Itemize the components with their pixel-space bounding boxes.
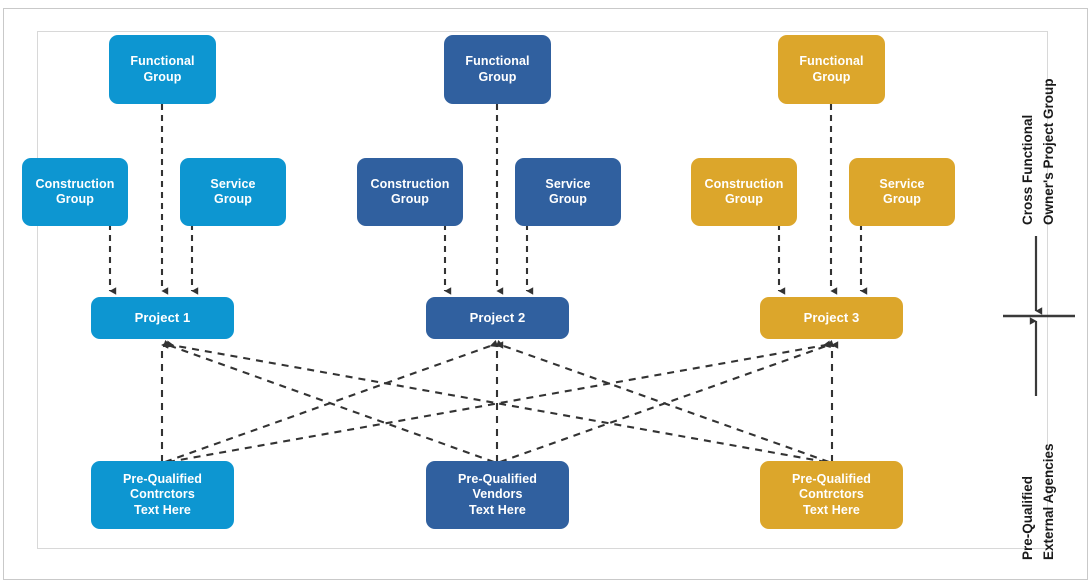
service-group-line2-2: Group	[549, 192, 587, 206]
service-group-line1-1: Service	[210, 176, 256, 191]
functional-group-line2-1: Group	[143, 69, 182, 84]
project-box-1[interactable]: Project 1	[91, 297, 234, 339]
service-group-box-3[interactable]: Service Group	[849, 158, 955, 226]
functional-group-line1-2: Functional	[465, 54, 530, 69]
service-group-box-2[interactable]: Service Group	[515, 158, 621, 226]
project-label-3: Project 3	[803, 310, 860, 326]
functional-group-line2-3: Group	[812, 69, 851, 84]
prequalified-line2-2: Vendors	[472, 487, 523, 502]
construction-group-line1-3: Construction	[704, 176, 784, 191]
service-group-label-1: Service Group	[206, 177, 259, 208]
functional-group-box-1[interactable]: Functional Group	[109, 35, 216, 104]
construction-group-label-3: Construction Group	[701, 177, 788, 208]
functional-group-label-3: Functional Group	[795, 54, 867, 85]
prequalified-line3-2: Text Here	[469, 502, 526, 517]
construction-group-box-3[interactable]: Construction Group	[691, 158, 797, 226]
project-label-2: Project 2	[469, 310, 526, 326]
side-label-external-agencies: External Agencies	[1041, 443, 1056, 560]
construction-group-line2-2: Group	[390, 192, 429, 206]
edge-pq3-to-project-1	[166, 340, 827, 464]
prequalified-line1-3: Pre-Qualified	[791, 472, 872, 487]
project-label-1: Project 1	[134, 310, 191, 326]
prequalified-line3-3: Text Here	[803, 502, 860, 517]
functional-group-label-2: Functional Group	[461, 54, 533, 85]
construction-group-line2-1: Group	[55, 192, 94, 206]
prequalified-label-3: Pre-Qualified Contrctors Text Here	[788, 472, 875, 518]
service-group-line1-2: Service	[545, 176, 591, 191]
service-group-line2-1: Group	[214, 192, 252, 206]
functional-group-label-1: Functional Group	[126, 54, 198, 85]
construction-group-label-2: Construction Group	[367, 177, 454, 208]
service-group-label-3: Service Group	[875, 177, 928, 208]
functional-group-box-3[interactable]: Functional Group	[778, 35, 885, 104]
prequalified-label-2: Pre-Qualified Vendors Text Here	[454, 472, 541, 518]
side-label-cross-functional: Cross Functional	[1020, 114, 1035, 225]
prequalified-line1-1: Pre-Qualified	[122, 472, 203, 487]
prequalified-label-1: Pre-Qualified Contrctors Text Here	[119, 472, 206, 518]
construction-group-box-1[interactable]: Construction Group	[22, 158, 128, 226]
service-group-line2-3: Group	[883, 192, 921, 206]
construction-group-line2-3: Group	[724, 192, 763, 206]
prequalified-box-1[interactable]: Pre-Qualified Contrctors Text Here	[91, 461, 234, 529]
prequalified-line1-2: Pre-Qualified	[457, 472, 538, 487]
construction-group-line1-2: Construction	[370, 176, 450, 191]
functional-group-line1-1: Functional	[130, 54, 195, 69]
project-box-2[interactable]: Project 2	[426, 297, 569, 339]
service-group-box-1[interactable]: Service Group	[180, 158, 286, 226]
functional-group-box-2[interactable]: Functional Group	[444, 35, 551, 104]
construction-group-line1-1: Construction	[35, 176, 115, 191]
functional-group-line1-3: Functional	[799, 54, 864, 69]
side-label-owners-project-group: Owner's Project Group	[1041, 78, 1056, 226]
service-group-label-2: Service Group	[541, 177, 594, 208]
prequalified-line2-1: Contrctors	[130, 487, 195, 502]
prequalified-line2-3: Contrctors	[799, 487, 864, 502]
construction-group-label-1: Construction Group	[32, 177, 119, 208]
prequalified-box-3[interactable]: Pre-Qualified Contrctors Text Here	[760, 461, 903, 529]
side-label-pre-qualified: Pre-Qualified	[1020, 475, 1035, 560]
prequalified-line3-1: Text Here	[134, 502, 191, 517]
diagram-canvas: Functional Group Construction Group Servic…	[0, 0, 1092, 583]
service-group-line1-3: Service	[879, 176, 925, 191]
project-box-3[interactable]: Project 3	[760, 297, 903, 339]
prequalified-box-2[interactable]: Pre-Qualified Vendors Text Here	[426, 461, 569, 529]
construction-group-box-2[interactable]: Construction Group	[357, 158, 463, 226]
functional-group-line2-2: Group	[478, 69, 517, 84]
